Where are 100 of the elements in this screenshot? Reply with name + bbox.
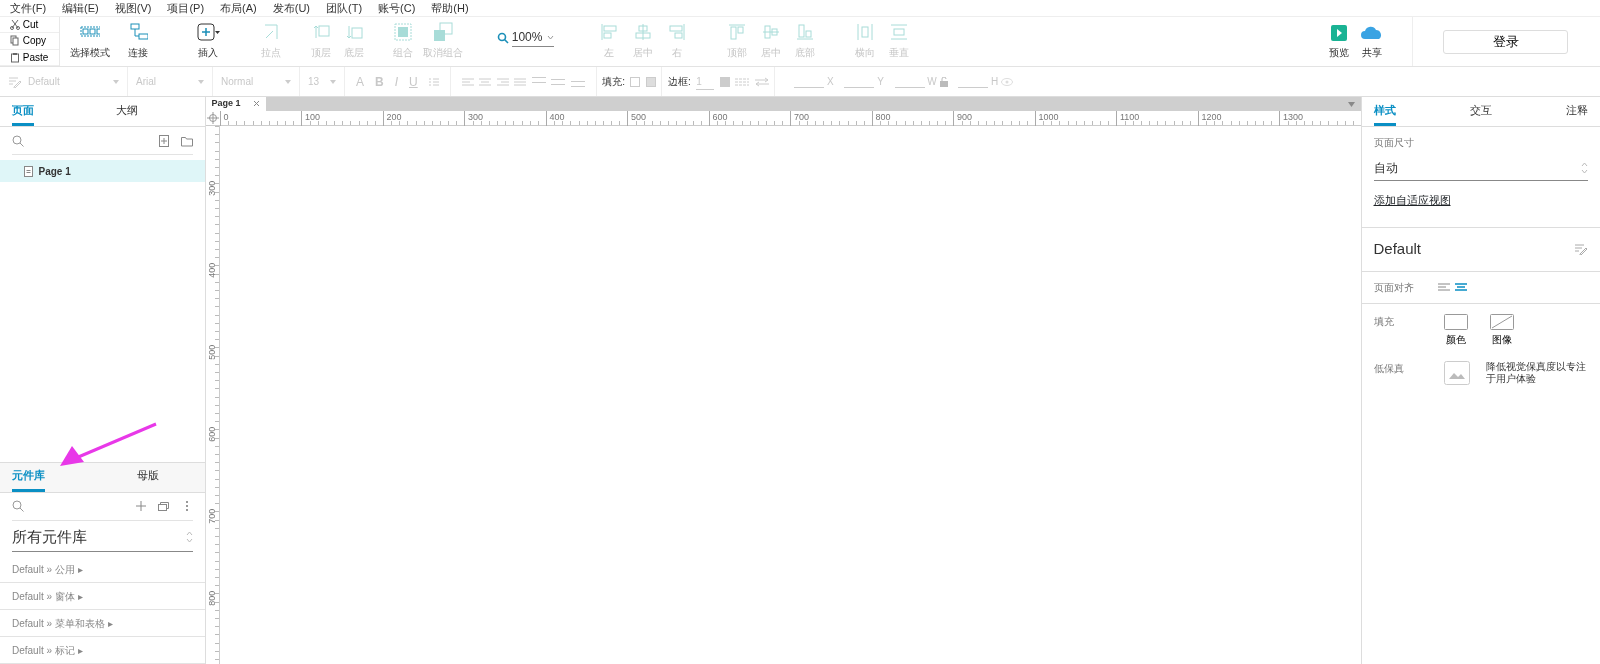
clipboard-button[interactable]: Paste bbox=[10, 49, 49, 65]
toolbar-button[interactable]: 预览 bbox=[1322, 17, 1355, 66]
search-icon bbox=[497, 31, 509, 44]
field-label: 填充 bbox=[1373, 314, 1395, 329]
style-name: Default bbox=[1373, 239, 1422, 259]
login-button[interactable]: 登录 bbox=[1443, 29, 1568, 54]
play-icon bbox=[1329, 24, 1348, 42]
fill-option[interactable]: 图像 bbox=[1489, 313, 1514, 348]
document-tab[interactable]: Page 1 bbox=[205, 97, 266, 111]
search-icon[interactable] bbox=[12, 134, 24, 147]
ruler-label: 1300 bbox=[1279, 110, 1361, 126]
fill-label: 填充: bbox=[602, 75, 625, 89]
diagonal-rectangle-icon bbox=[1489, 313, 1514, 330]
fill-color-swatch[interactable] bbox=[630, 76, 641, 87]
adaptive-view-link[interactable]: 添加自适应视图 bbox=[1373, 191, 1451, 208]
ruler-label: 700 bbox=[205, 509, 218, 524]
ruler-label: 500 bbox=[627, 110, 709, 126]
line-spacing-icon bbox=[531, 76, 546, 83]
connector-icon bbox=[128, 22, 148, 42]
library-item[interactable]: Default » 菜单和表格 ▸ bbox=[0, 610, 205, 637]
menu-item[interactable]: 帮助(H) bbox=[425, 0, 475, 16]
toolbar-button[interactable]: 插入 bbox=[178, 17, 238, 66]
crosshair-icon bbox=[205, 110, 220, 125]
align-center-icon bbox=[479, 76, 492, 87]
library-item[interactable]: Default » 公用 ▸ bbox=[0, 556, 205, 583]
caret-icon bbox=[285, 79, 291, 84]
rectangle-icon bbox=[1443, 313, 1468, 330]
panel-tab[interactable]: 样式 bbox=[1373, 101, 1396, 126]
clipboard-button[interactable]: Copy bbox=[10, 33, 47, 49]
toolbar-button[interactable]: 选择模式 bbox=[66, 17, 114, 66]
menu-item[interactable]: 文件(F) bbox=[4, 0, 53, 16]
line-style-icon bbox=[735, 76, 750, 87]
menu-item[interactable]: 视图(V) bbox=[108, 0, 158, 16]
menu-item[interactable]: 发布(U) bbox=[266, 0, 316, 16]
border-label: 边框: bbox=[668, 75, 691, 89]
add-page-icon[interactable] bbox=[157, 134, 170, 147]
align-left-icon bbox=[598, 22, 619, 42]
eye-icon[interactable] bbox=[1001, 77, 1014, 86]
field-label: 页面尺寸 bbox=[1373, 136, 1415, 150]
align-bottom-icon bbox=[794, 22, 815, 42]
library-item[interactable]: Default » 标记 ▸ bbox=[0, 637, 205, 664]
dropdown-arrow-icon[interactable] bbox=[1347, 102, 1355, 107]
caret-icon bbox=[546, 34, 554, 40]
cloud-icon bbox=[1359, 24, 1384, 42]
page-size-dropdown[interactable]: 自动 bbox=[1373, 155, 1588, 181]
library-dropdown[interactable]: 所有元件库 bbox=[12, 522, 193, 552]
edit-style-icon[interactable] bbox=[1574, 243, 1588, 256]
menu-item[interactable]: 编辑(E) bbox=[56, 0, 105, 16]
menu-item[interactable]: 团队(T) bbox=[320, 0, 369, 16]
menu-item[interactable]: 账号(C) bbox=[372, 0, 422, 16]
panel-tab[interactable]: 页面 bbox=[12, 101, 34, 126]
align-right-icon bbox=[666, 22, 687, 42]
panel-tab[interactable]: 母版 bbox=[137, 467, 159, 492]
fill-option[interactable]: 颜色 bbox=[1443, 313, 1468, 348]
toolbar-button[interactable]: 共享 bbox=[1355, 17, 1388, 66]
ruler-label: 800 bbox=[871, 110, 953, 126]
search-icon[interactable] bbox=[12, 500, 24, 512]
field-label: 低保真 bbox=[1373, 362, 1405, 377]
library-item[interactable]: Default » 窗体 ▸ bbox=[0, 583, 205, 610]
field-label: 页面对齐 bbox=[1373, 280, 1414, 295]
ruler-label: 600 bbox=[205, 427, 218, 442]
ruler-label: 0 bbox=[219, 110, 301, 126]
ruler-label: 900 bbox=[953, 110, 1035, 126]
panel-tab[interactable]: 大纲 bbox=[116, 101, 138, 126]
ruler-label: 200 bbox=[382, 110, 464, 126]
border-color-swatch[interactable] bbox=[719, 76, 730, 87]
arrow-style-icon bbox=[754, 76, 769, 87]
align-middle-icon bbox=[760, 22, 781, 42]
folder-icon[interactable] bbox=[180, 134, 193, 147]
align-left-icon[interactable] bbox=[1437, 282, 1450, 292]
menu-item[interactable]: 项目(P) bbox=[161, 0, 211, 16]
stepper-icon bbox=[1581, 161, 1588, 174]
plus-icon bbox=[195, 22, 221, 42]
align-top-icon bbox=[726, 22, 747, 42]
scissors-icon bbox=[10, 19, 20, 31]
toolbar-button[interactable]: 连接 bbox=[114, 17, 162, 66]
image-icon[interactable] bbox=[1443, 361, 1470, 386]
shadow-swatch[interactable] bbox=[646, 76, 656, 87]
ruler-label: 700 bbox=[790, 110, 872, 126]
ruler-label: 1000 bbox=[1034, 110, 1116, 126]
stepper-icon bbox=[185, 530, 193, 543]
menu-item[interactable]: 布局(A) bbox=[214, 0, 263, 16]
plus-icon[interactable] bbox=[134, 500, 147, 512]
zoom-dropdown[interactable]: 100% bbox=[511, 28, 554, 47]
panel-tab[interactable]: 交互 bbox=[1469, 101, 1492, 126]
page-list-item[interactable]: Page 1 bbox=[0, 160, 205, 182]
panel-tab[interactable]: 注释 bbox=[1566, 101, 1588, 126]
description-text: 降低视觉保真度以专注于用户体验 bbox=[1486, 361, 1587, 386]
clipboard-button[interactable]: Cut bbox=[10, 17, 39, 33]
ruler-label: 300 bbox=[205, 181, 218, 196]
ungroup-icon bbox=[433, 22, 453, 42]
group-icon bbox=[392, 22, 413, 42]
ruler-label: 300 bbox=[464, 110, 546, 126]
align-center-icon[interactable] bbox=[1455, 282, 1467, 292]
bullet-list-icon bbox=[428, 76, 439, 87]
close-icon[interactable] bbox=[252, 100, 260, 108]
copy-icon bbox=[10, 35, 20, 47]
ruler-label: 100 bbox=[301, 110, 383, 126]
lock-icon[interactable] bbox=[939, 76, 948, 87]
stacked-windows-icon[interactable] bbox=[157, 500, 170, 512]
